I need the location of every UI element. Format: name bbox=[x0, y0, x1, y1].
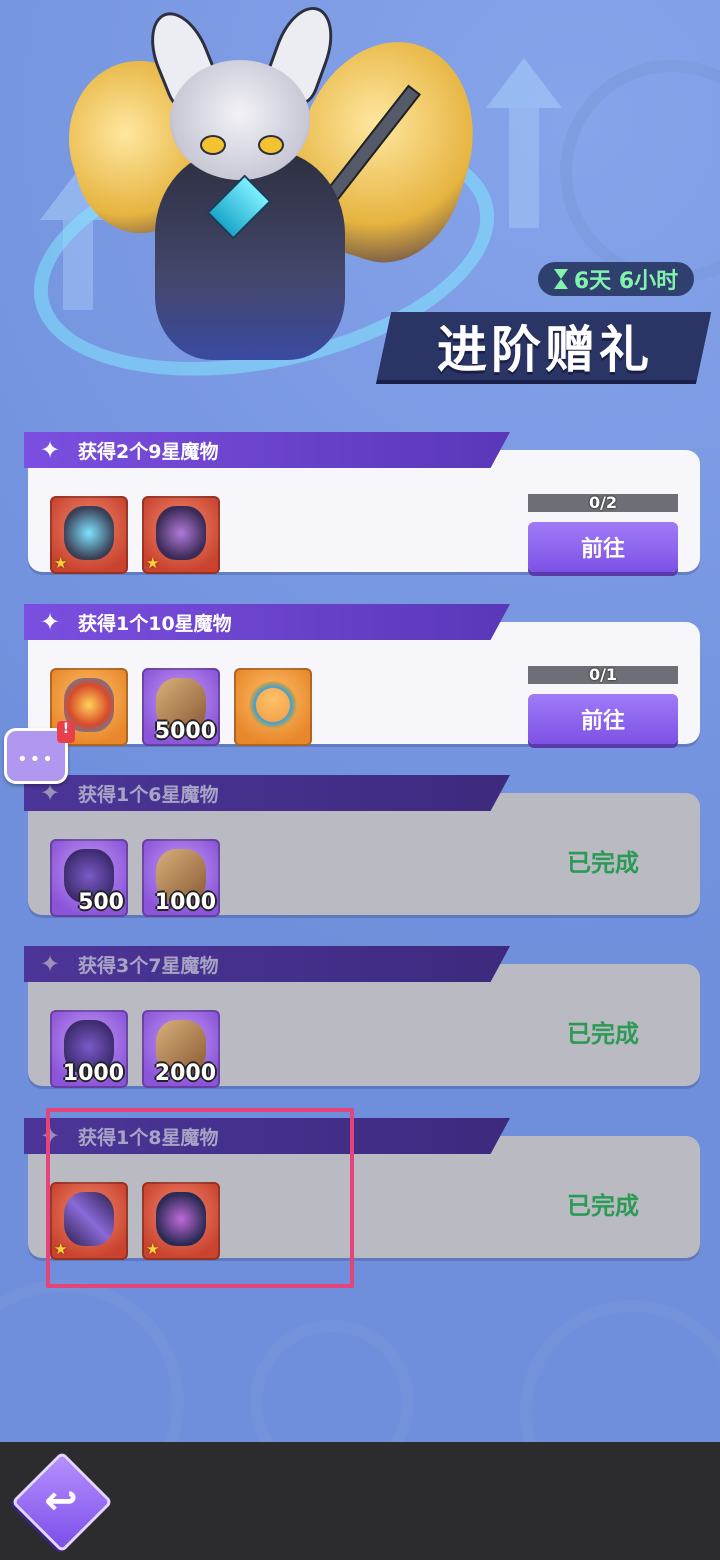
page-title: 进阶赠礼 bbox=[437, 321, 653, 379]
go-button[interactable]: 前往 bbox=[528, 522, 678, 572]
monster-ring-icon[interactable]: ★ bbox=[50, 496, 128, 574]
background-eye-pattern bbox=[560, 60, 720, 284]
reward-quantity: 1000 bbox=[62, 1061, 124, 1086]
task-header: ✦ 获得1个6星魔物 bbox=[24, 775, 510, 811]
sparkle-icon: ✦ bbox=[39, 436, 61, 464]
progress-text: 0/2 bbox=[588, 493, 618, 512]
back-arrow-icon: ↩ bbox=[44, 1478, 78, 1524]
jeweled-ring-icon[interactable] bbox=[234, 668, 312, 746]
purple-crystal-icon[interactable]: 1000 bbox=[50, 1010, 128, 1088]
purple-crystal-icon[interactable]: 500 bbox=[50, 839, 128, 917]
task-card-body: 500 1000 已完成 bbox=[28, 793, 700, 917]
task-card: 5000 0/1 前往 ✦ 获得1个10星魔物 bbox=[24, 604, 700, 746]
reward-list: 5000 bbox=[50, 668, 312, 746]
reward-list: 1000 2000 bbox=[50, 1010, 220, 1088]
progress-text: 0/1 bbox=[588, 665, 618, 684]
background-eye-pattern bbox=[520, 1300, 720, 1442]
progress-bar: 0/2 bbox=[528, 494, 678, 512]
completed-label: 已完成 bbox=[567, 1019, 639, 1048]
task-title: 获得1个10星魔物 bbox=[78, 612, 232, 635]
progress-bar: 0/1 bbox=[528, 666, 678, 684]
sparkle-icon: ✦ bbox=[39, 950, 61, 978]
task-header: ✦ 获得2个9星魔物 bbox=[24, 432, 510, 468]
task-header: ✦ 获得1个10星魔物 bbox=[24, 604, 510, 640]
scroll-icon[interactable]: 1000 bbox=[142, 839, 220, 917]
task-title: 获得3个7星魔物 bbox=[78, 954, 219, 977]
reward-quantity: 500 bbox=[78, 890, 124, 915]
background-arrow-icon bbox=[486, 58, 562, 108]
background-eye-pattern bbox=[0, 1280, 184, 1442]
highlight-box bbox=[46, 1108, 354, 1288]
task-card-body: 5000 0/1 前往 bbox=[28, 622, 700, 746]
reward-art bbox=[248, 678, 298, 732]
countdown-timer: 6天 6小时 bbox=[538, 262, 694, 296]
task-title: 获得1个6星魔物 bbox=[78, 783, 219, 806]
countdown-text: 6天 6小时 bbox=[573, 269, 679, 294]
reward-art bbox=[64, 506, 114, 560]
reward-quantity: 1000 bbox=[154, 890, 216, 915]
star-icon: ★ bbox=[54, 554, 68, 572]
reward-list: 500 1000 bbox=[50, 839, 220, 917]
star-icon: ★ bbox=[146, 554, 160, 572]
task-card: 500 1000 已完成 ✦ 获得1个6星魔物 bbox=[24, 775, 700, 917]
task-card-body: ★ ★ 0/2 前往 bbox=[28, 450, 700, 574]
reward-quantity: 5000 bbox=[154, 719, 216, 744]
task-card: 1000 2000 已完成 ✦ 获得3个7星魔物 bbox=[24, 946, 700, 1088]
task-card-body: 1000 2000 已完成 bbox=[28, 964, 700, 1088]
sparkle-icon: ✦ bbox=[39, 608, 61, 636]
monster-armor-icon[interactable]: ★ bbox=[142, 496, 220, 574]
reward-list: ★ ★ bbox=[50, 496, 220, 574]
chat-button[interactable]: ••• ! bbox=[4, 721, 75, 784]
reward-art bbox=[156, 506, 206, 560]
go-button[interactable]: 前往 bbox=[528, 694, 678, 744]
background-eye-pattern bbox=[250, 1320, 414, 1442]
scroll-icon[interactable]: 2000 bbox=[142, 1010, 220, 1088]
character-eye-left bbox=[200, 135, 226, 155]
scroll-icon[interactable]: 5000 bbox=[142, 668, 220, 746]
task-card: ★ ★ 0/2 前往 ✦ 获得2个9星魔物 bbox=[24, 432, 700, 574]
task-header: ✦ 获得3个7星魔物 bbox=[24, 946, 510, 982]
completed-label: 已完成 bbox=[567, 848, 639, 877]
reward-quantity: 2000 bbox=[154, 1061, 216, 1086]
sparkle-icon: ✦ bbox=[39, 779, 61, 807]
chat-alert-badge: ! bbox=[57, 721, 75, 743]
task-title: 获得2个9星魔物 bbox=[78, 440, 219, 463]
completed-label: 已完成 bbox=[567, 1191, 639, 1220]
character-head bbox=[170, 60, 310, 180]
hourglass-icon bbox=[553, 269, 568, 289]
character-eye-right bbox=[258, 135, 284, 155]
background-arrow-stem bbox=[509, 108, 539, 228]
chat-dots-icon: ••• bbox=[17, 749, 55, 770]
